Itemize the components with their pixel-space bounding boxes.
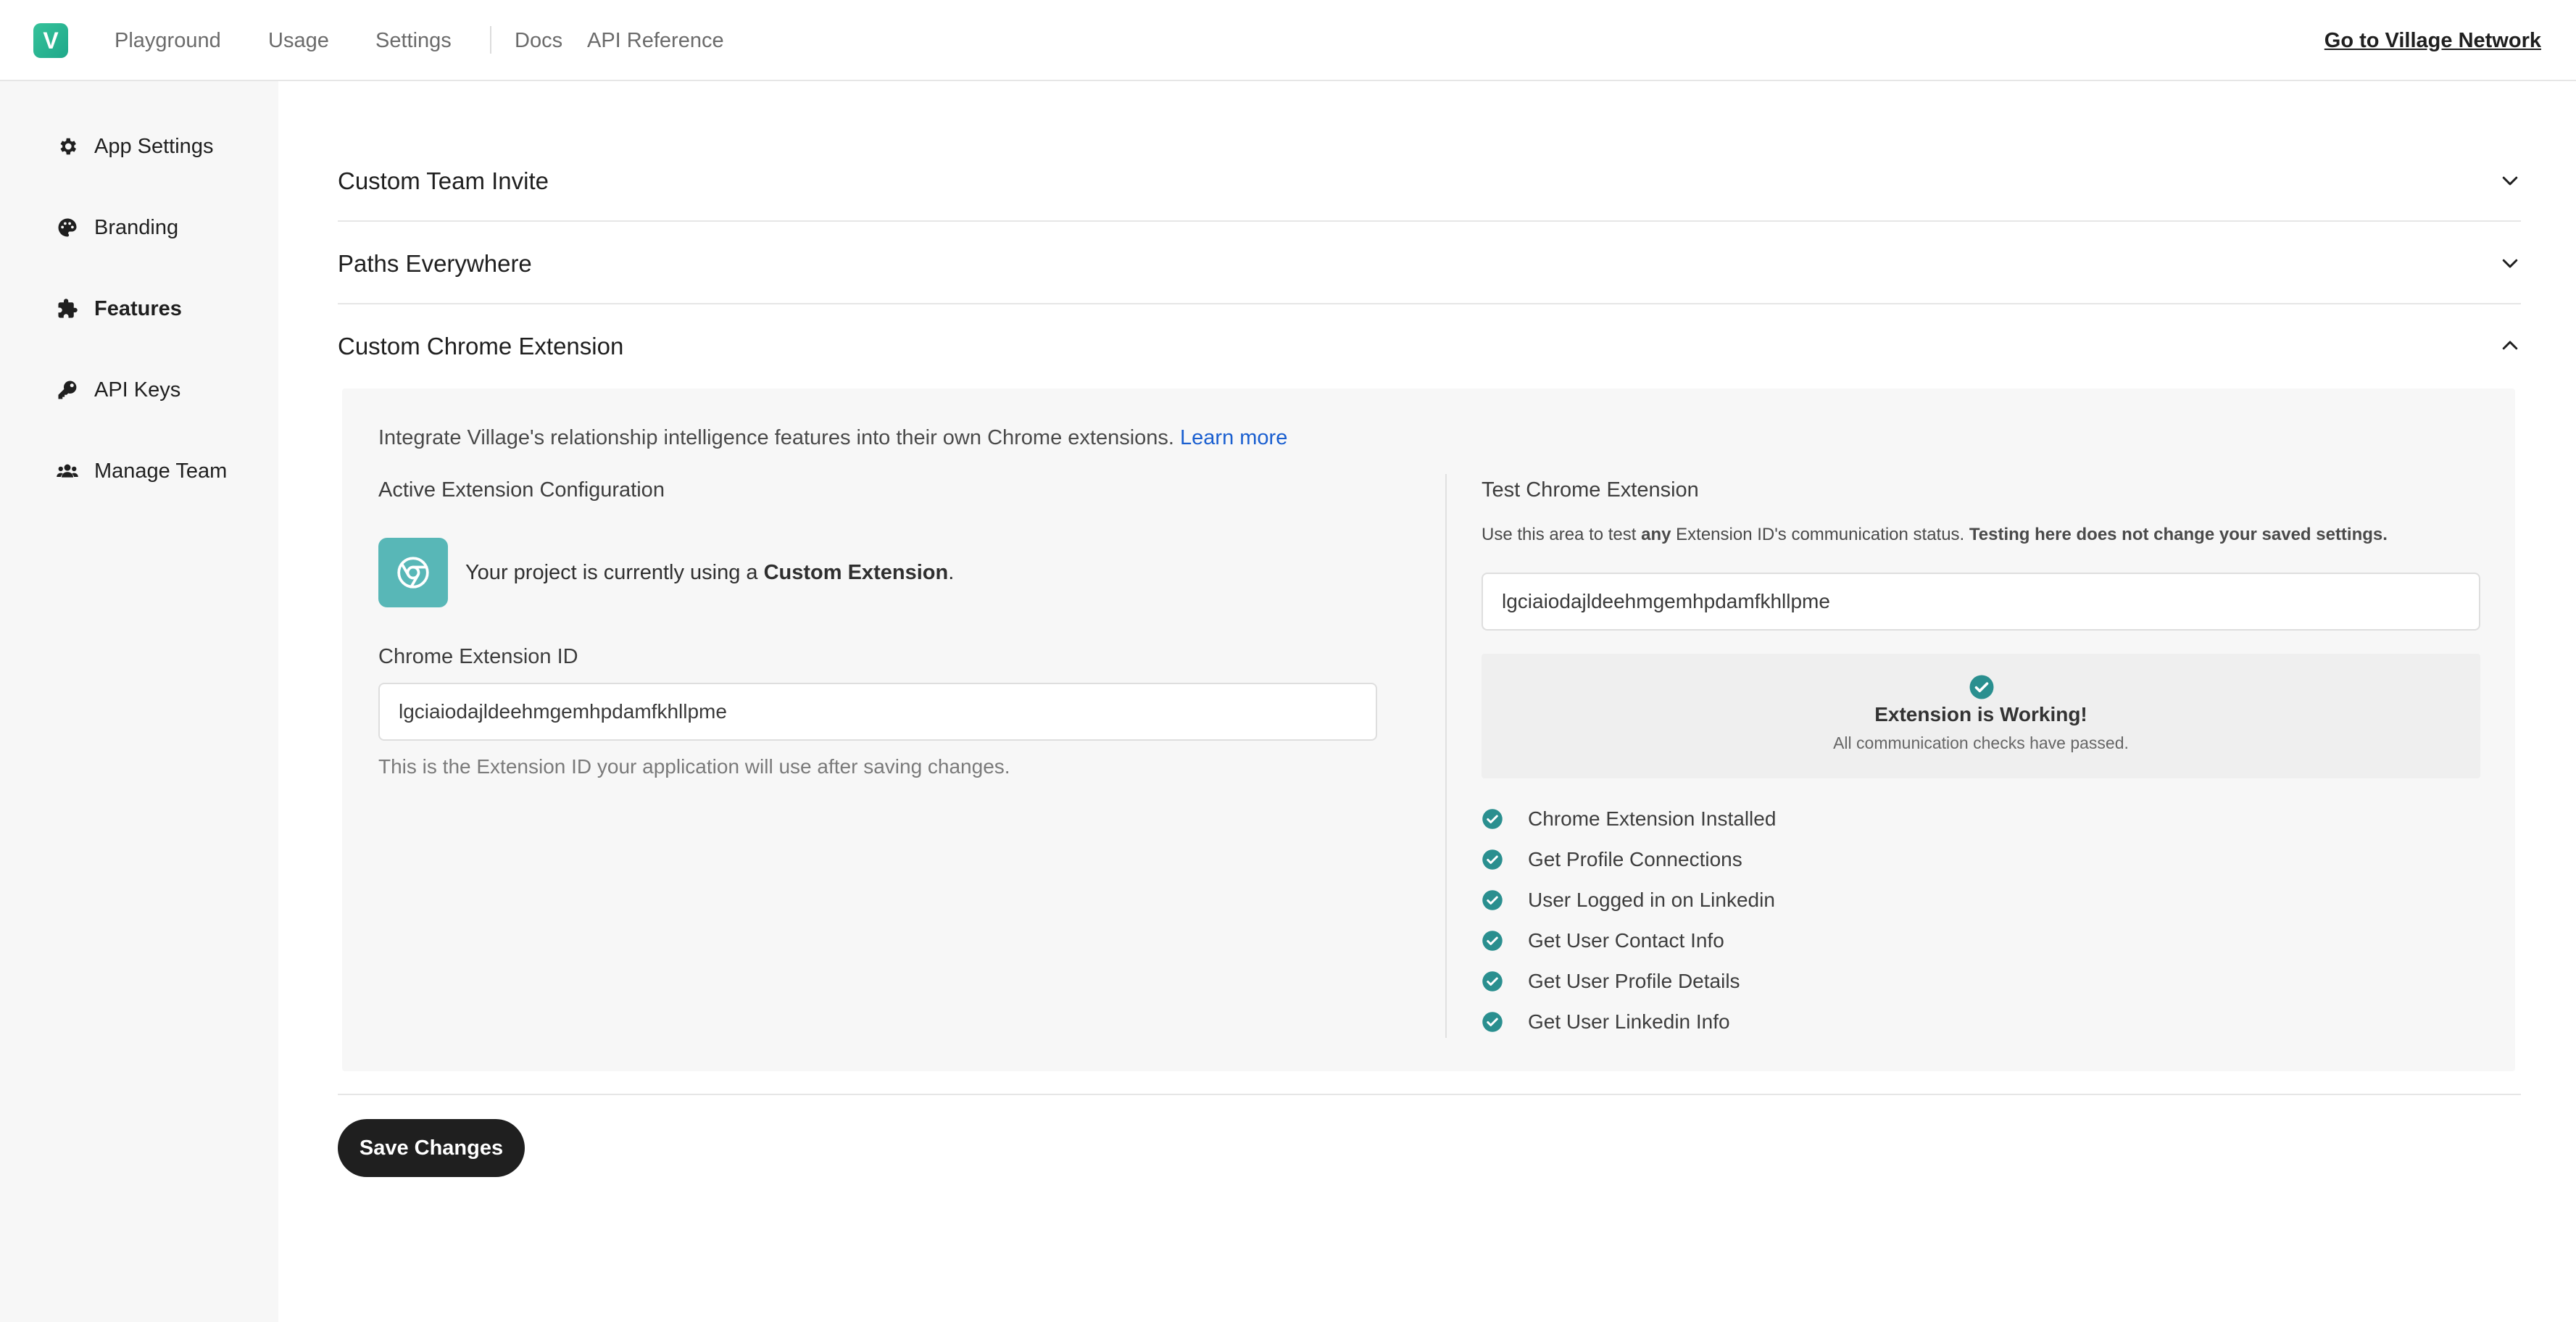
sidebar-item-label: App Settings (94, 134, 214, 158)
chrome-icon (397, 557, 429, 589)
extension-id-label: Chrome Extension ID (378, 645, 578, 668)
accordion-custom-team-invite[interactable]: Custom Team Invite (338, 141, 2521, 222)
accordion-custom-chrome-extension[interactable]: Custom Chrome Extension (338, 306, 2521, 387)
top-navbar: V Playground Usage Settings Docs API Ref… (0, 0, 2576, 81)
test-extension-id-input[interactable]: lgciaiodajldeehmgemhpdamfkhllpme (1482, 573, 2480, 631)
save-changes-button[interactable]: Save Changes (338, 1119, 525, 1177)
sidebar-item-branding[interactable]: Branding (55, 210, 178, 245)
nav-playground[interactable]: Playground (115, 26, 221, 55)
accordion-paths-everywhere[interactable]: Paths Everywhere (338, 223, 2521, 304)
nav-settings[interactable]: Settings (375, 26, 452, 55)
using-extension-type: Custom Extension (763, 561, 949, 584)
chevron-down-icon (2502, 259, 2518, 268)
test-desc-bold: Testing here does not change your saved … (1969, 525, 2388, 544)
check-item: Get Profile Connections (1482, 845, 1742, 874)
nav-docs[interactable]: Docs (515, 26, 562, 55)
check-circle-icon (1482, 809, 1503, 829)
section-divider (338, 1094, 2521, 1095)
check-item: Get User Contact Info (1482, 926, 1724, 955)
users-icon (55, 459, 80, 483)
active-config-title: Active Extension Configuration (378, 478, 665, 502)
nav-usage[interactable]: Usage (268, 26, 329, 55)
nav-api-reference[interactable]: API Reference (587, 26, 724, 55)
test-desc-part: Use this area to test (1482, 525, 1637, 544)
sidebar-item-label: Branding (94, 215, 179, 239)
check-circle-icon (1482, 849, 1503, 870)
check-label: Get User Linkedin Info (1528, 1010, 1730, 1033)
status-title: Extension is Working! (1874, 703, 2087, 726)
accordion-title: Paths Everywhere (338, 250, 532, 277)
check-item: Chrome Extension Installed (1482, 805, 1776, 833)
chevron-up-icon (2502, 341, 2518, 350)
key-icon (55, 378, 80, 402)
accordion-title: Custom Team Invite (338, 167, 549, 194)
sidebar-item-api-keys[interactable]: API Keys (55, 373, 180, 407)
sidebar-item-label: Features (94, 296, 182, 320)
accordion-title: Custom Chrome Extension (338, 333, 624, 359)
nav-divider (490, 26, 491, 54)
check-item: User Logged in on Linkedin (1482, 886, 1775, 915)
sidebar-item-label: API Keys (94, 378, 181, 402)
check-label: User Logged in on Linkedin (1528, 889, 1775, 911)
extension-status-box: Extension is Working! All communication … (1482, 654, 2480, 778)
test-description: Use this area to test any Extension ID's… (1482, 523, 2388, 546)
test-desc-part: Extension ID's communication status. (1676, 525, 1965, 544)
test-desc-bold: any (1641, 525, 1671, 544)
intro-sentence: Integrate Village's relationship intelli… (378, 426, 1174, 449)
check-item: Get User Profile Details (1482, 967, 1740, 996)
extension-id-helper: This is the Extension ID your applicatio… (378, 755, 1010, 778)
using-prefix: Your project is currently using a (465, 561, 758, 584)
extension-id-field[interactable]: lgciaiodajldeehmgemhpdamfkhllpme (378, 683, 1377, 741)
sidebar-item-manage-team[interactable]: Manage Team (55, 454, 227, 489)
status-subtitle: All communication checks have passed. (1833, 733, 2129, 752)
check-label: Get Profile Connections (1528, 848, 1742, 870)
go-to-village-network-link[interactable]: Go to Village Network (2324, 26, 2541, 55)
puzzle-icon (55, 296, 80, 321)
check-label: Get User Contact Info (1528, 929, 1724, 952)
check-circle-icon (1482, 890, 1503, 910)
check-circle-icon (1482, 971, 1503, 991)
chevron-down-icon (2502, 176, 2518, 186)
column-divider (1445, 474, 1447, 1038)
sidebar: App Settings Branding Features API Keys … (0, 81, 278, 1322)
check-circle-icon (1482, 931, 1503, 951)
gear-icon (55, 134, 80, 159)
village-logo[interactable]: V (33, 23, 68, 58)
check-label: Chrome Extension Installed (1528, 807, 1777, 830)
check-label: Get User Profile Details (1528, 970, 1740, 992)
intro-text: Integrate Village's relationship intelli… (378, 423, 1287, 452)
chrome-extension-panel: Integrate Village's relationship intelli… (342, 388, 2515, 1071)
check-circle-icon (1482, 1012, 1503, 1032)
extension-tile (378, 538, 448, 607)
palette-icon (55, 215, 80, 240)
sidebar-item-features[interactable]: Features (55, 291, 182, 326)
sidebar-item-label: Manage Team (94, 459, 228, 483)
sidebar-item-app-settings[interactable]: App Settings (55, 129, 213, 164)
learn-more-link[interactable]: Learn more (1180, 426, 1287, 449)
using-suffix: . (948, 561, 955, 584)
check-circle-icon (1969, 675, 1994, 699)
test-extension-title: Test Chrome Extension (1482, 478, 1699, 502)
extension-status-message: Your project is currently using a Custom… (465, 558, 954, 587)
check-item: Get User Linkedin Info (1482, 1007, 1730, 1036)
